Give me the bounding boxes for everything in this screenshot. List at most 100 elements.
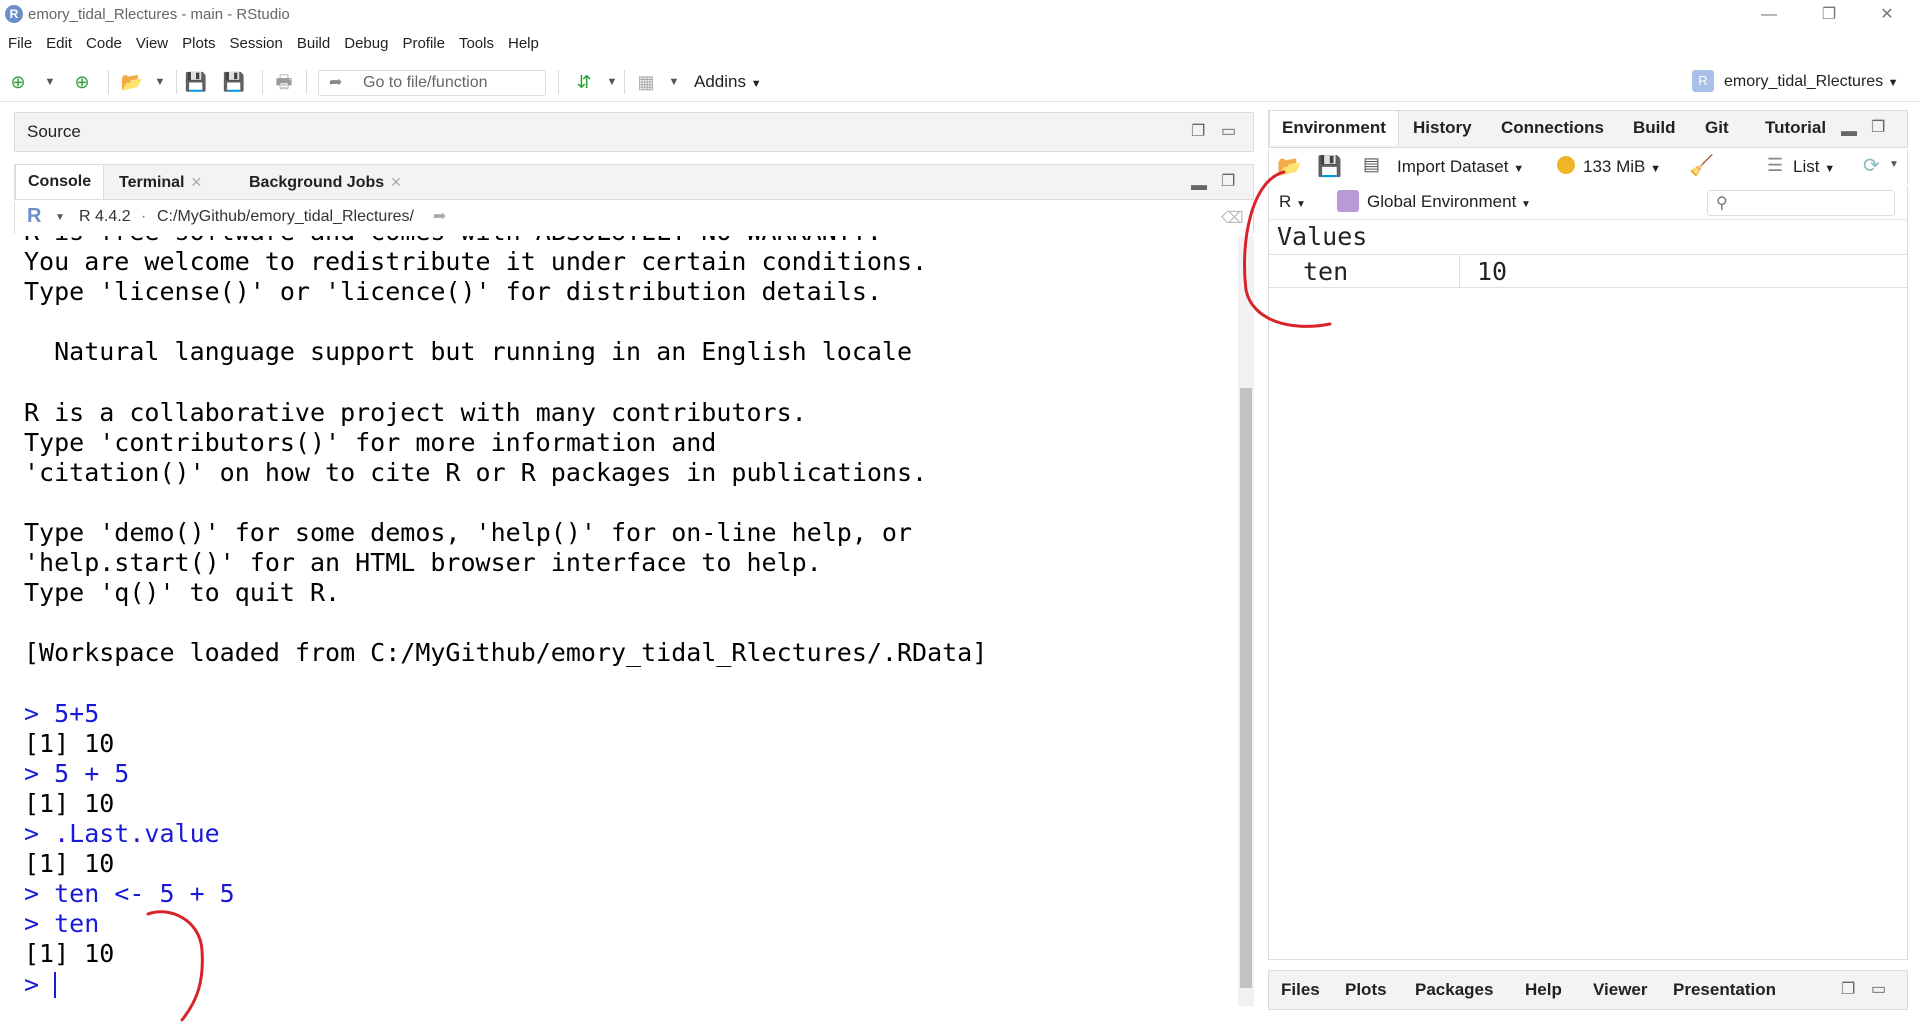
close-background-jobs-icon[interactable]: ✕ <box>390 174 402 190</box>
tab-environment[interactable]: Environment <box>1269 111 1399 145</box>
memory-label: 133 MiB <box>1583 157 1646 176</box>
open-dropdown-icon[interactable]: ▼ <box>148 70 172 94</box>
tab-connections[interactable]: Connections <box>1489 111 1616 145</box>
save-icon[interactable]: 💾 <box>184 70 208 94</box>
working-directory-path[interactable]: C:/MyGithub/emory_tidal_Rlectures/ <box>157 208 414 226</box>
env-restore-icon[interactable]: ❐ <box>1871 117 1885 137</box>
console-output-line: You are welcome to redistribute it under… <box>24 247 928 277</box>
console-output-line: Type 'contributors()' for more informati… <box>24 427 717 457</box>
environment-list: Values ten 10 <box>1268 220 1908 960</box>
refresh-icon[interactable]: ⟳ <box>1863 153 1880 178</box>
env-search-input[interactable]: ⚲ <box>1707 190 1895 216</box>
tab-help-label: Help <box>1525 980 1562 999</box>
clear-broom-icon[interactable]: 🧹 <box>1689 153 1714 178</box>
goto-arrow-icon: ➦ <box>329 74 343 91</box>
memory-pie-icon <box>1557 156 1575 174</box>
close-terminal-icon[interactable]: ✕ <box>191 174 203 190</box>
open-folder-icon[interactable]: 📂 <box>120 70 144 94</box>
menu-tools[interactable]: Tools <box>459 32 494 56</box>
console-output[interactable]: R is free software and comes with ABSOLU… <box>14 236 1234 1016</box>
tab-presentation[interactable]: Presentation <box>1661 973 1788 1007</box>
tab-files[interactable]: Files <box>1269 973 1332 1007</box>
tab-packages[interactable]: Packages <box>1403 973 1505 1007</box>
goto-dir-icon[interactable]: ➦ <box>433 206 446 226</box>
env-scope-bar: R ▼ Global Environment ▼ ⚲ <box>1268 186 1908 220</box>
tab-viewer[interactable]: Viewer <box>1581 973 1660 1007</box>
search-icon: ⚲ <box>1716 195 1728 212</box>
save-workspace-icon[interactable]: 💾 <box>1317 154 1342 179</box>
goto-file-input[interactable]: ➦ Go to file/function <box>318 70 546 96</box>
files-maximize-icon[interactable]: ▭ <box>1871 979 1886 999</box>
language-select[interactable]: R ▼ <box>1279 192 1306 212</box>
tab-presentation-label: Presentation <box>1673 980 1776 999</box>
title-bar: R emory_tidal_Rlectures - main - RStudio… <box>0 0 1920 30</box>
vcs-dropdown-icon[interactable]: ▼ <box>600 70 624 94</box>
console-restore-icon[interactable]: ❐ <box>1221 171 1235 191</box>
values-section-header: Values <box>1269 220 1907 254</box>
memory-usage-button[interactable]: 133 MiB ▼ <box>1583 157 1661 177</box>
tab-connections-label: Connections <box>1501 118 1604 137</box>
restore-button[interactable]: ❐ <box>1804 2 1854 28</box>
load-workspace-icon[interactable]: 📂 <box>1277 154 1302 179</box>
save-all-icon[interactable]: 💾 <box>222 70 246 94</box>
path-separator: · <box>141 208 147 225</box>
menu-profile[interactable]: Profile <box>402 32 445 56</box>
addins-button[interactable]: Addins ▼ <box>694 72 762 92</box>
console-cursor <box>54 971 56 998</box>
menu-debug[interactable]: Debug <box>344 32 388 56</box>
rstudio-logo-icon: R <box>5 5 23 23</box>
console-minimize-icon[interactable]: ▬ <box>1191 177 1207 195</box>
menu-session[interactable]: Session <box>230 32 283 56</box>
project-menu[interactable]: emory_tidal_Rlectures ▼ <box>1724 73 1899 91</box>
tab-build-label: Build <box>1633 118 1676 137</box>
refresh-dropdown-icon[interactable]: ▼ <box>1889 159 1899 170</box>
tab-background-jobs[interactable]: Background Jobs ✕ <box>237 165 414 199</box>
tab-help[interactable]: Help <box>1513 973 1574 1007</box>
tab-git[interactable]: Git <box>1693 111 1741 145</box>
env-minimize-icon[interactable]: ▬ <box>1841 123 1857 141</box>
tab-history[interactable]: History <box>1401 111 1484 145</box>
clear-console-icon[interactable]: ⌫ <box>1221 208 1244 228</box>
addins-dropdown-icon: ▼ <box>750 78 762 90</box>
files-tabbar: Files Plots Packages Help Viewer Present… <box>1268 970 1908 1010</box>
print-icon[interactable]: 🖶 <box>272 70 296 94</box>
source-restore-icon[interactable]: ❐ <box>1191 121 1205 141</box>
import-dataset-button[interactable]: Import Dataset ▼ <box>1397 157 1524 177</box>
menu-code[interactable]: Code <box>86 32 122 56</box>
tab-build[interactable]: Build <box>1621 111 1688 145</box>
view-mode-label: List <box>1793 157 1820 176</box>
source-maximize-icon[interactable]: ▭ <box>1221 121 1236 141</box>
pane-layout-icon[interactable]: ▦ <box>634 70 658 94</box>
minimize-button[interactable]: — <box>1744 2 1794 28</box>
new-file-dropdown-icon[interactable]: ▼ <box>38 70 62 94</box>
console-input-line: > 5 + 5 <box>24 758 130 788</box>
tab-plots[interactable]: Plots <box>1333 973 1399 1007</box>
r-version: R 4.4.2 <box>79 208 131 225</box>
new-file-icon[interactable]: ⊕ <box>6 70 30 94</box>
tab-viewer-label: Viewer <box>1593 980 1648 999</box>
view-mode-button[interactable]: List ▼ <box>1793 157 1835 177</box>
menu-build[interactable]: Build <box>297 32 330 56</box>
files-restore-icon[interactable]: ❐ <box>1841 979 1855 999</box>
environment-select[interactable]: Global Environment ▼ <box>1367 192 1531 212</box>
layout-dropdown-icon[interactable]: ▼ <box>662 70 686 94</box>
environment-dropdown-icon: ▼ <box>1521 199 1531 210</box>
menu-help[interactable]: Help <box>508 32 539 56</box>
tab-environment-label: Environment <box>1282 118 1386 137</box>
tab-terminal-label: Terminal <box>119 174 185 191</box>
console-output-line: 'citation()' on how to cite R or R packa… <box>24 457 928 487</box>
version-control-icon[interactable]: ⇵ <box>572 70 596 94</box>
new-project-icon[interactable]: ⊕ <box>70 70 94 94</box>
tab-console[interactable]: Console <box>15 165 105 199</box>
env-row[interactable]: ten 10 <box>1269 254 1907 288</box>
tab-terminal[interactable]: Terminal ✕ <box>107 165 214 199</box>
menu-file[interactable]: File <box>8 32 32 56</box>
menu-plots[interactable]: Plots <box>182 32 215 56</box>
menu-view[interactable]: View <box>136 32 168 56</box>
r-version-dropdown-icon[interactable]: ▼ <box>55 212 65 223</box>
console-scrollbar-thumb[interactable] <box>1240 388 1252 988</box>
tab-tutorial[interactable]: Tutorial <box>1753 111 1838 145</box>
close-button[interactable]: ✕ <box>1862 2 1912 28</box>
import-dropdown-icon: ▼ <box>1513 163 1525 175</box>
menu-edit[interactable]: Edit <box>46 32 72 56</box>
